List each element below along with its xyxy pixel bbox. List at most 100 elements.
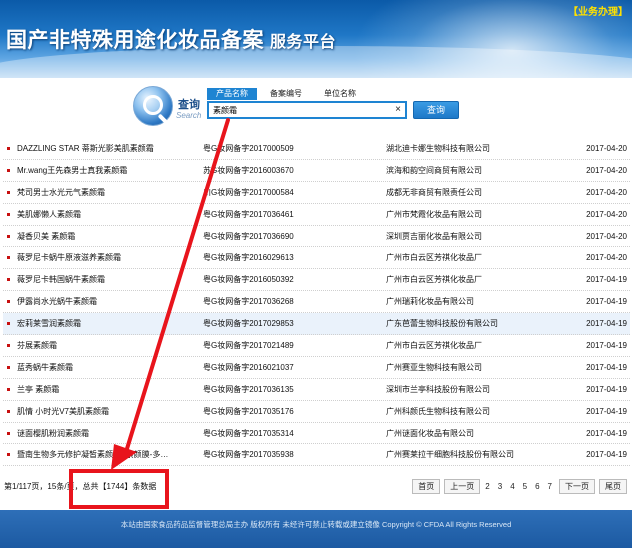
filing-number: 粤G妆网备字2017036461 (203, 209, 294, 219)
footer: 本站由国家食品药品监督管理总局主办 版权所有 未经许可禁止转载或建立镜像 Cop… (0, 510, 632, 548)
result-row[interactable]: 宏莉莱雪润素颜霜 粤G妆网备字2017029853 广东芭蕾生物科技股份有限公司 20… (3, 313, 630, 336)
product-name-link[interactable]: 蓝秀蜗牛素颜霜 (17, 357, 202, 378)
filing-number: 粤G妆网备字2017036690 (203, 231, 294, 241)
filing-date: 2017-04-19 (586, 297, 627, 307)
search-label-en: Search (176, 111, 202, 120)
page-number-link[interactable]: 4 (507, 479, 517, 494)
result-row[interactable]: 伊露尚水光蜗牛素颜霜 粤G妆网备字2017036268 广州瑞莉化妆品有限公司 201… (3, 291, 630, 314)
page-number-link[interactable]: 5 (520, 479, 530, 494)
result-row[interactable]: 梵司男士水光元气素颜霜 川G妆网备字2017000584 成都无非商贸有限责任公司 2… (3, 182, 630, 204)
bullet-icon (7, 431, 10, 435)
search-input[interactable] (209, 103, 389, 117)
page-number-link[interactable]: 7 (545, 479, 555, 494)
search-area: 查询 Search 产品名称 备案编号 单位名称 × 查询 (0, 78, 632, 136)
filing-date: 2017-04-20 (586, 187, 627, 197)
results-list: DAZZLING STAR 蒂斯光影美肌素颜霜 粤G妆网备字2017000509 湖… (3, 138, 630, 467)
pagination: 第1/117页，15条/页，总共【1744】条数据 首页 上一页 234567 … (0, 476, 632, 498)
company-name: 滨海和韵空间商贸有限公司 (386, 165, 482, 175)
product-name-link[interactable]: 梵司男士水光元气素颜霜 (17, 182, 202, 203)
company-name: 广州赛亚生物科技有限公司 (386, 362, 482, 372)
result-row[interactable]: 美肌娜懒人素颜霜 粤G妆网备字2017036461 广州市梵霞化妆品有限公司 2017… (3, 204, 630, 226)
filing-date: 2017-04-19 (586, 384, 627, 394)
company-name: 成都无非商贸有限责任公司 (386, 187, 482, 197)
bullet-icon (7, 387, 10, 391)
bullet-icon (7, 300, 10, 304)
search-globe-icon (133, 86, 173, 126)
product-name-link[interactable]: 谜面樱肌粉润素颜霜 (17, 423, 202, 444)
result-row[interactable]: DAZZLING STAR 蒂斯光影美肌素颜霜 粤G妆网备字2017000509 湖… (3, 138, 630, 160)
product-name-link[interactable]: 兰亭 素颜霜 (17, 379, 202, 400)
search-tabs: 产品名称 备案编号 单位名称 (207, 88, 369, 100)
company-name: 广州市白云区芳祺化妆品厂 (386, 253, 482, 263)
filing-number: 苏G妆网备字2016003670 (203, 165, 294, 175)
product-name-link[interactable]: Mr.wang王先森男士真我素颜霜 (17, 160, 202, 181)
result-row[interactable]: 兰亭 素颜霜 粤G妆网备字2017036135 深圳市兰亭科技股份有限公司 2017-… (3, 379, 630, 401)
bullet-icon (7, 212, 10, 216)
last-page-button[interactable]: 尾页 (599, 479, 627, 494)
result-row[interactable]: 薇罗尼卡韩国蜗牛素颜霜 粤G妆网备字2016050392 广州市白云区芳祺化妆品厂 2… (3, 269, 630, 292)
result-row[interactable]: 薇罗尼卡蜗牛原液滋养素颜霜 粤G妆网备字2016029613 广州市白云区芳祺化妆品… (3, 247, 630, 270)
business-link[interactable]: 【业务办理】 (568, 3, 628, 18)
bullet-icon (7, 344, 10, 348)
bullet-icon (7, 256, 10, 260)
bullet-icon (7, 168, 10, 172)
magnifier-lens (143, 95, 163, 115)
tab-company-name[interactable]: 单位名称 (315, 88, 365, 100)
product-name-link[interactable]: 美肌娜懒人素颜霜 (17, 204, 202, 225)
product-name-link[interactable]: 凝香贝美 素颜霜 (17, 226, 202, 247)
result-row[interactable]: 暨南生物多元修护凝皙素颜霜+素颜膜-多… 粤G妆网备字2017035938 广州赛莱… (3, 444, 630, 467)
filing-number: 粤G妆网备字2017035176 (203, 406, 294, 416)
company-name: 湖北迪卡娜生物科技有限公司 (386, 144, 490, 153)
result-row[interactable]: Mr.wang王先森男士真我素颜霜 苏G妆网备字2016003670 滨海和韵空间商… (3, 160, 630, 182)
filing-date: 2017-04-19 (586, 275, 627, 285)
bullet-icon (7, 234, 10, 238)
search-label: 查询 (178, 98, 200, 111)
product-name-link[interactable]: 宏莉莱雪润素颜霜 (17, 313, 202, 334)
result-row[interactable]: 蓝秀蜗牛素颜霜 粤G妆网备字2016021037 广州赛亚生物科技有限公司 2017-… (3, 357, 630, 379)
filing-number: 粤G妆网备字2017029853 (203, 319, 294, 329)
company-name: 广州市梵霞化妆品有限公司 (386, 209, 482, 219)
search-button[interactable]: 查询 (413, 101, 459, 119)
filing-date: 2017-04-19 (586, 450, 627, 460)
page-number-link[interactable]: 2 (482, 479, 492, 494)
first-page-button[interactable]: 首页 (412, 479, 441, 494)
product-name-link[interactable]: 薇罗尼卡蜗牛原液滋养素颜霜 (17, 247, 202, 268)
site-subtitle: 服务平台 (270, 32, 337, 51)
company-name: 广东芭蕾生物科技股份有限公司 (386, 319, 498, 329)
site-title-text: 国产非特殊用途化妆品备案 (6, 27, 264, 52)
magnifier-handle (157, 113, 169, 125)
filing-number: 粤G妆网备字2017021489 (203, 341, 294, 351)
filing-number: 粤G妆网备字2017000509 (203, 144, 294, 153)
product-name-link[interactable]: DAZZLING STAR 蒂斯光影美肌素颜霜 (17, 138, 202, 159)
next-page-button[interactable]: 下一页 (559, 479, 595, 494)
site-title: 国产非特殊用途化妆品备案 服务平台 (6, 24, 336, 54)
product-name-link[interactable]: 薇罗尼卡韩国蜗牛素颜霜 (17, 269, 202, 290)
company-name: 广州赛莱拉干细胞科技股份有限公司 (386, 450, 514, 460)
bullet-icon (7, 278, 10, 282)
prev-page-button[interactable]: 上一页 (444, 479, 481, 494)
page-number-link[interactable]: 6 (532, 479, 542, 494)
result-row[interactable]: 肌情 小时光V7美肌素颜霜 粤G妆网备字2017035176 广州科颜氏生物科技有限… (3, 401, 630, 423)
page-number-link[interactable]: 3 (495, 479, 505, 494)
company-name: 广州谜面化妆品有限公司 (386, 428, 474, 438)
product-name-link[interactable]: 暨南生物多元修护凝皙素颜霜+素颜膜-多… (17, 444, 202, 465)
tab-filing-number[interactable]: 备案编号 (261, 88, 311, 100)
filing-number: 粤G妆网备字2016021037 (203, 362, 294, 372)
product-name-link[interactable]: 肌情 小时光V7美肌素颜霜 (17, 401, 202, 422)
filing-date: 2017-04-19 (586, 406, 627, 416)
result-row[interactable]: 芬展素颜霜 粤G妆网备字2017021489 广州市白云区芳祺化妆品厂 2017-04… (3, 335, 630, 357)
tab-product-name[interactable]: 产品名称 (207, 88, 257, 100)
filing-date: 2017-04-20 (586, 144, 627, 153)
company-name: 广州瑞莉化妆品有限公司 (386, 297, 474, 307)
result-row[interactable]: 谜面樱肌粉润素颜霜 粤G妆网备字2017035314 广州谜面化妆品有限公司 2017… (3, 423, 630, 445)
filing-date: 2017-04-20 (586, 253, 627, 263)
clear-icon[interactable]: × (395, 103, 401, 117)
filing-date: 2017-04-20 (586, 209, 627, 219)
company-name: 广州市白云区芳祺化妆品厂 (386, 341, 482, 351)
result-row[interactable]: 凝香贝美 素颜霜 粤G妆网备字2017036690 深圳贾吉丽化妆品有限公司 2017… (3, 226, 630, 248)
header-banner: 国产非特殊用途化妆品备案 服务平台 【业务办理】 (0, 0, 632, 78)
filing-number: 粤G妆网备字2017036268 (203, 297, 294, 307)
product-name-link[interactable]: 芬展素颜霜 (17, 335, 202, 356)
filing-number: 川G妆网备字2017000584 (203, 187, 294, 197)
product-name-link[interactable]: 伊露尚水光蜗牛素颜霜 (17, 291, 202, 312)
